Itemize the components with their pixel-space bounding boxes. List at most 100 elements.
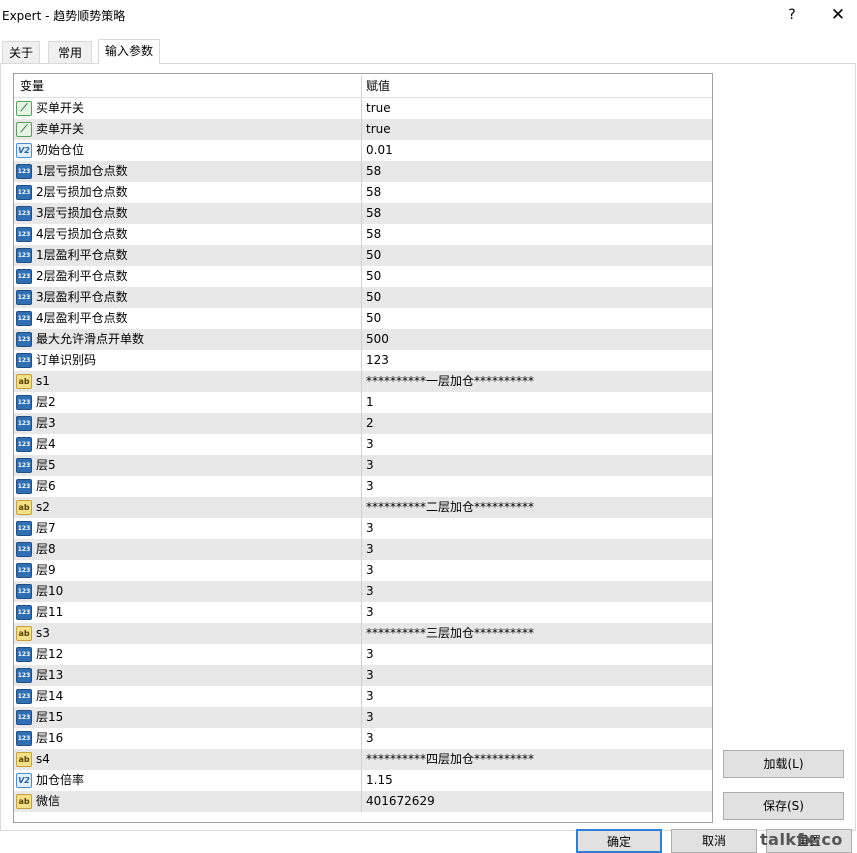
parameter-row[interactable]: ab s4 **********四层加仓********** — [14, 749, 712, 770]
parameter-name-cell[interactable]: V2 加仓倍率 — [14, 770, 362, 791]
parameter-name-cell[interactable]: 123 1层盈利平仓点数 — [14, 245, 362, 266]
parameter-row[interactable]: ab s2 **********二层加仓********** — [14, 497, 712, 518]
parameter-row[interactable]: ab s1 **********一层加仓********** — [14, 371, 712, 392]
parameter-row[interactable]: 123 层13 3 — [14, 665, 712, 686]
parameter-name-cell[interactable]: ab s4 — [14, 749, 362, 770]
parameter-value[interactable]: 0.01 — [363, 140, 712, 161]
parameter-name-cell[interactable]: 123 层2 — [14, 392, 362, 413]
parameter-value[interactable]: 401672629 — [363, 791, 712, 812]
parameter-value[interactable]: 3 — [363, 434, 712, 455]
parameter-value[interactable]: **********四层加仓********** — [363, 749, 712, 770]
parameter-name-cell[interactable]: V2 初始仓位 — [14, 140, 362, 161]
parameter-name-cell[interactable]: 123 2层盈利平仓点数 — [14, 266, 362, 287]
parameter-value[interactable]: 3 — [363, 707, 712, 728]
parameter-row[interactable]: 123 4层亏损加仓点数 58 — [14, 224, 712, 245]
parameter-value[interactable]: 3 — [363, 728, 712, 749]
cancel-button[interactable]: 取消 — [671, 829, 757, 853]
parameter-name-cell[interactable]: ab s3 — [14, 623, 362, 644]
parameter-value[interactable]: 2 — [363, 413, 712, 434]
tab-common[interactable]: 常用 — [48, 41, 92, 63]
parameter-row[interactable]: 123 层4 3 — [14, 434, 712, 455]
parameter-value[interactable]: 3 — [363, 686, 712, 707]
parameter-row[interactable]: 123 4层盈利平仓点数 50 — [14, 308, 712, 329]
parameter-value[interactable]: **********三层加仓********** — [363, 623, 712, 644]
parameter-value[interactable]: 58 — [363, 224, 712, 245]
parameter-name-cell[interactable]: 123 层15 — [14, 707, 362, 728]
parameter-row[interactable]: 123 层2 1 — [14, 392, 712, 413]
parameter-name-cell[interactable]: 123 最大允许滑点开单数 — [14, 329, 362, 350]
parameter-value[interactable]: 123 — [363, 350, 712, 371]
parameter-value[interactable]: 58 — [363, 161, 712, 182]
parameter-value[interactable]: 3 — [363, 602, 712, 623]
parameter-name-cell[interactable]: 123 3层盈利平仓点数 — [14, 287, 362, 308]
parameter-row[interactable]: ⟋ 买单开关 true — [14, 98, 712, 119]
parameter-value[interactable]: true — [363, 119, 712, 140]
parameter-value[interactable]: 1 — [363, 392, 712, 413]
parameter-value[interactable]: 500 — [363, 329, 712, 350]
parameter-row[interactable]: 123 3层盈利平仓点数 50 — [14, 287, 712, 308]
parameter-row[interactable]: 123 层10 3 — [14, 581, 712, 602]
parameter-name-cell[interactable]: ⟋ 卖单开关 — [14, 119, 362, 140]
load-button[interactable]: 加载(L) — [723, 750, 844, 778]
parameter-name-cell[interactable]: 123 层10 — [14, 581, 362, 602]
parameter-name-cell[interactable]: 123 层13 — [14, 665, 362, 686]
parameter-row[interactable]: 123 2层盈利平仓点数 50 — [14, 266, 712, 287]
parameter-row[interactable]: 123 层3 2 — [14, 413, 712, 434]
parameter-name-cell[interactable]: ab s2 — [14, 497, 362, 518]
parameter-value[interactable]: 3 — [363, 455, 712, 476]
parameter-value[interactable]: 50 — [363, 245, 712, 266]
parameter-row[interactable]: V2 初始仓位 0.01 — [14, 140, 712, 161]
parameter-row[interactable]: 123 层9 3 — [14, 560, 712, 581]
parameter-row[interactable]: 123 层8 3 — [14, 539, 712, 560]
parameter-row[interactable]: 123 层16 3 — [14, 728, 712, 749]
parameter-row[interactable]: 123 层15 3 — [14, 707, 712, 728]
parameter-value[interactable]: true — [363, 98, 712, 119]
parameter-name-cell[interactable]: 123 层9 — [14, 560, 362, 581]
parameter-value[interactable]: **********二层加仓********** — [363, 497, 712, 518]
parameter-row[interactable]: ⟋ 卖单开关 true — [14, 119, 712, 140]
parameter-value[interactable]: 50 — [363, 308, 712, 329]
parameter-value[interactable]: **********一层加仓********** — [363, 371, 712, 392]
tab-inputs[interactable]: 输入参数 — [98, 39, 160, 64]
parameter-row[interactable]: 123 最大允许滑点开单数 500 — [14, 329, 712, 350]
parameter-row[interactable]: 123 层7 3 — [14, 518, 712, 539]
save-button[interactable]: 保存(S) — [723, 792, 844, 820]
parameter-row[interactable]: 123 3层亏损加仓点数 58 — [14, 203, 712, 224]
ok-button[interactable]: 确定 — [576, 829, 662, 853]
parameter-row[interactable]: ab s3 **********三层加仓********** — [14, 623, 712, 644]
parameter-row[interactable]: 123 2层亏损加仓点数 58 — [14, 182, 712, 203]
parameter-name-cell[interactable]: 123 2层亏损加仓点数 — [14, 182, 362, 203]
parameter-row[interactable]: 123 层5 3 — [14, 455, 712, 476]
parameter-name-cell[interactable]: ab 微信 — [14, 791, 362, 812]
parameter-value[interactable]: 58 — [363, 203, 712, 224]
parameter-name-cell[interactable]: 123 4层亏损加仓点数 — [14, 224, 362, 245]
parameter-value[interactable]: 3 — [363, 560, 712, 581]
parameter-row[interactable]: V2 加仓倍率 1.15 — [14, 770, 712, 791]
parameter-name-cell[interactable]: 123 层7 — [14, 518, 362, 539]
parameter-name-cell[interactable]: 123 层11 — [14, 602, 362, 623]
parameter-value[interactable]: 3 — [363, 581, 712, 602]
help-button[interactable]: ? — [780, 4, 804, 26]
parameter-name-cell[interactable]: 123 层14 — [14, 686, 362, 707]
parameter-name-cell[interactable]: 123 订单识别码 — [14, 350, 362, 371]
parameter-value[interactable]: 3 — [363, 539, 712, 560]
parameter-row[interactable]: 123 层6 3 — [14, 476, 712, 497]
parameter-row[interactable]: 123 层12 3 — [14, 644, 712, 665]
parameter-row[interactable]: 123 订单识别码 123 — [14, 350, 712, 371]
parameter-row[interactable]: 123 层14 3 — [14, 686, 712, 707]
parameter-name-cell[interactable]: 123 层16 — [14, 728, 362, 749]
parameter-name-cell[interactable]: 123 1层亏损加仓点数 — [14, 161, 362, 182]
parameter-name-cell[interactable]: 123 层4 — [14, 434, 362, 455]
header-value[interactable]: 赋值 — [363, 76, 712, 97]
parameter-value[interactable]: 50 — [363, 287, 712, 308]
parameter-name-cell[interactable]: ⟋ 买单开关 — [14, 98, 362, 119]
parameter-name-cell[interactable]: 123 层5 — [14, 455, 362, 476]
parameter-row[interactable]: 123 1层亏损加仓点数 58 — [14, 161, 712, 182]
parameter-name-cell[interactable]: 123 层8 — [14, 539, 362, 560]
parameter-value[interactable]: 3 — [363, 665, 712, 686]
parameter-name-cell[interactable]: 123 层6 — [14, 476, 362, 497]
parameter-name-cell[interactable]: 123 4层盈利平仓点数 — [14, 308, 362, 329]
parameter-value[interactable]: 3 — [363, 644, 712, 665]
parameter-name-cell[interactable]: ab s1 — [14, 371, 362, 392]
parameter-row[interactable]: 123 层11 3 — [14, 602, 712, 623]
